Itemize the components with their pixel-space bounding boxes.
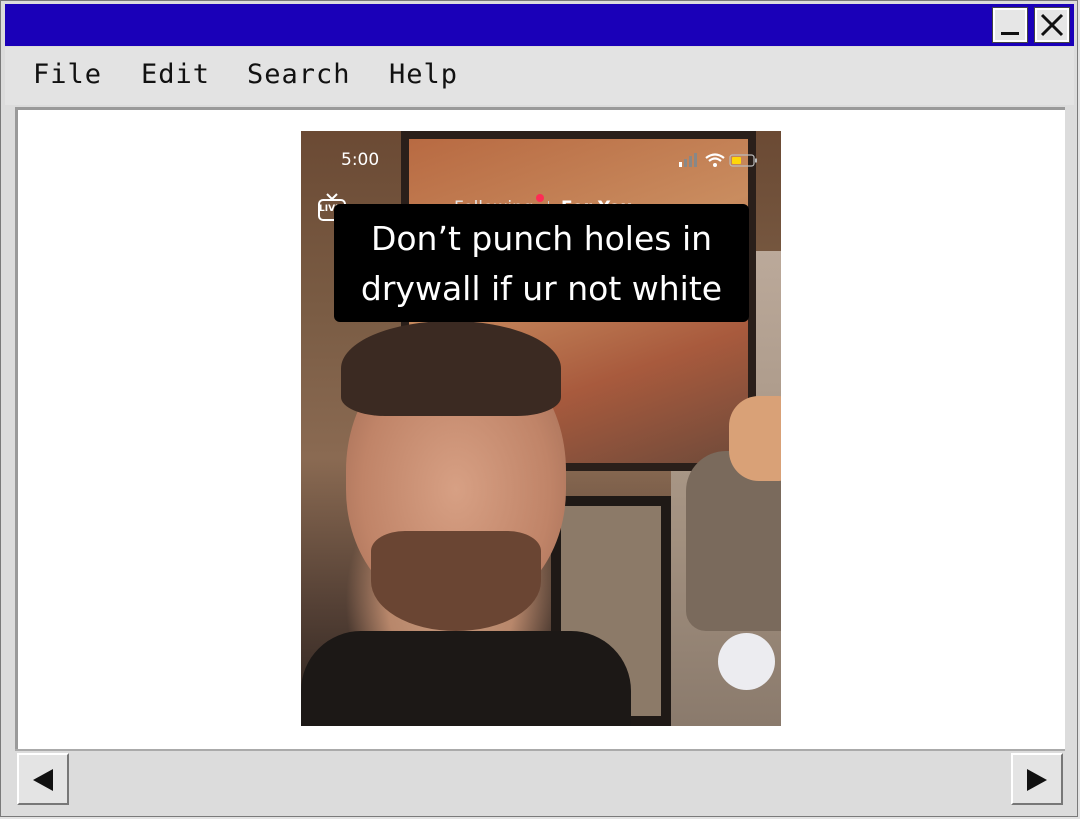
minimize-button[interactable] [992, 7, 1028, 43]
scroll-left-button[interactable] [17, 753, 69, 805]
signal-icon [679, 153, 697, 167]
menu-help[interactable]: Help [389, 59, 458, 90]
scroll-right-button[interactable] [1011, 753, 1063, 805]
video-caption: Don’t punch holes in drywall if ur not w… [334, 204, 749, 322]
menu-edit[interactable]: Edit [141, 59, 210, 90]
minimize-icon [1001, 32, 1019, 35]
arrow-left-icon [33, 769, 53, 791]
wifi-icon [705, 153, 725, 167]
menu-bar: File Edit Search Help [5, 47, 1074, 105]
menu-file[interactable]: File [33, 59, 102, 90]
battery-icon [729, 154, 757, 167]
notification-dot [536, 194, 544, 202]
person-beard [371, 531, 541, 631]
close-icon [1040, 13, 1064, 37]
arrow-right-icon [1027, 769, 1047, 791]
record-button[interactable] [718, 633, 775, 690]
app-window: File Edit Search Help 5:00 LIVE Don’t pu… [0, 0, 1078, 817]
person-shirt [301, 631, 631, 726]
close-button[interactable] [1034, 7, 1070, 43]
status-time: 5:00 [341, 150, 380, 170]
person-hair [341, 321, 561, 416]
menu-search[interactable]: Search [247, 59, 351, 90]
status-icons [679, 153, 757, 167]
title-bar[interactable] [5, 4, 1074, 46]
cat [729, 396, 781, 481]
caption-line-1: Don’t punch holes in [370, 219, 713, 258]
horizontal-scrollbar[interactable] [15, 749, 1065, 809]
tiktok-screenshot: 5:00 LIVE Followi [301, 131, 781, 726]
caption-line-2: drywall if ur not white [360, 269, 723, 308]
